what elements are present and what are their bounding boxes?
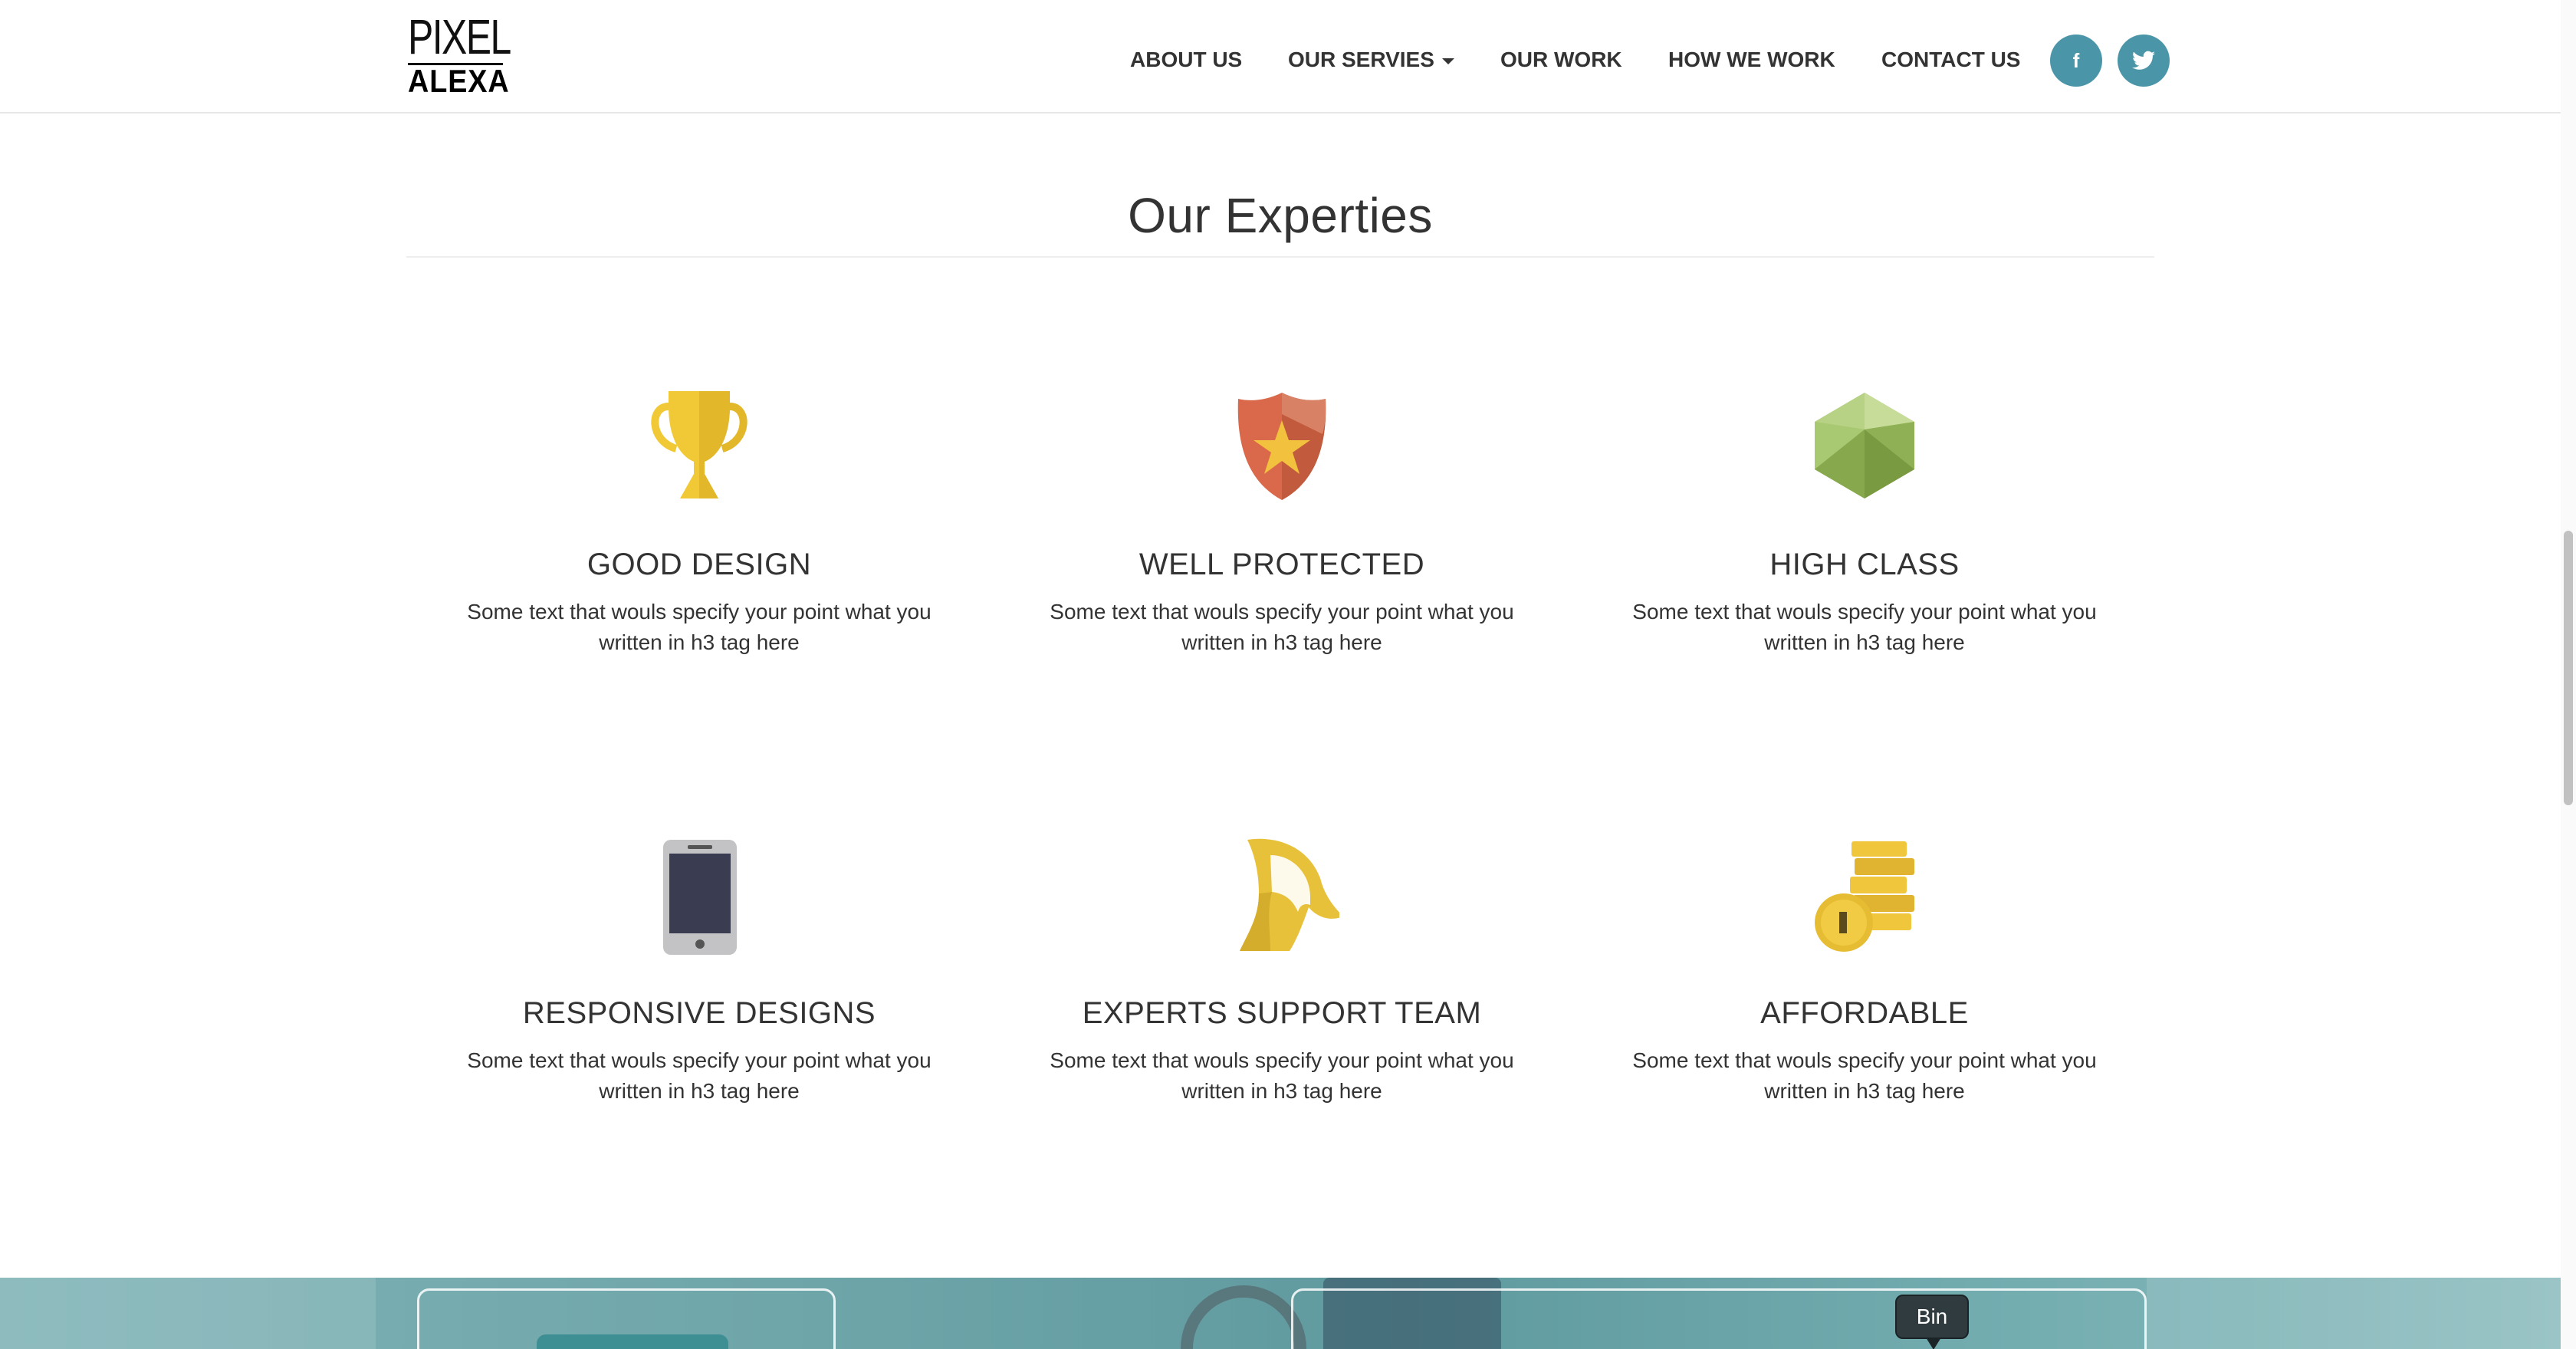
- twitter-icon: [2132, 51, 2155, 70]
- gem-icon: [1815, 393, 1914, 498]
- feature-title: GOOD DESIGN: [586, 548, 812, 581]
- feature-title: RESPONSIVE DESIGNS: [522, 996, 876, 1030]
- logo-watermark: [1181, 1285, 1306, 1349]
- nav-contact-us[interactable]: CONTACT US: [1881, 48, 2020, 72]
- shield-star-icon: [1237, 393, 1326, 500]
- card-right: [1291, 1288, 2147, 1349]
- nav-our-services[interactable]: OUR SERVIES: [1288, 48, 1454, 72]
- bottom-section-background: [0, 1278, 2561, 1349]
- logo-line-2: ALEXA: [408, 63, 510, 99]
- tooltip: Bin: [1895, 1295, 1969, 1349]
- feature-text: Some text that wouls specify your point …: [467, 600, 932, 654]
- nav-about-us[interactable]: ABOUT US: [1130, 48, 1242, 72]
- section-title: Our Experties: [1128, 188, 1433, 243]
- feature-title: EXPERTS SUPPORT TEAM: [1082, 996, 1482, 1030]
- navbar: PIXEL ALEXA ABOUT US OUR SERVIES OUR WOR…: [0, 0, 2561, 114]
- spartan-helmet-icon: [1240, 838, 1339, 951]
- feature-title: HIGH CLASS: [1769, 548, 1960, 581]
- coins-icon: [1815, 841, 1914, 952]
- nav-our-services-label: OUR SERVIES: [1288, 48, 1434, 71]
- title-divider: [406, 256, 2154, 258]
- facebook-icon: f: [2072, 48, 2080, 72]
- logo-line-1: PIXEL: [408, 9, 511, 64]
- feature-title: AFFORDABLE: [1760, 996, 1969, 1030]
- facebook-button[interactable]: f: [2050, 35, 2102, 87]
- background-photo-area: [2147, 1278, 2561, 1349]
- scrollbar-track[interactable]: [2561, 0, 2576, 1349]
- nav-our-work[interactable]: OUR WORK: [1500, 48, 1622, 72]
- card-button[interactable]: [537, 1334, 728, 1349]
- logo[interactable]: PIXEL ALEXA: [406, 11, 511, 98]
- phone-icon: [663, 840, 737, 955]
- feature-text: Some text that wouls specify your point …: [1050, 1048, 1514, 1103]
- feature-text: Some text that wouls specify your point …: [467, 1048, 932, 1103]
- feature-text: Some text that wouls specify your point …: [1632, 1048, 2097, 1103]
- trophy-icon: [651, 391, 748, 498]
- twitter-button[interactable]: [2118, 35, 2170, 87]
- feature-text: Some text that wouls specify your point …: [1632, 600, 2097, 654]
- feature-title: WELL PROTECTED: [1138, 548, 1425, 581]
- background-photo-area: [0, 1278, 376, 1349]
- scrollbar-thumb[interactable]: [2564, 531, 2573, 805]
- feature-text: Some text that wouls specify your point …: [1050, 600, 1514, 654]
- caret-down-icon: [1441, 58, 1454, 64]
- nav-how-we-work[interactable]: HOW WE WORK: [1668, 48, 1835, 72]
